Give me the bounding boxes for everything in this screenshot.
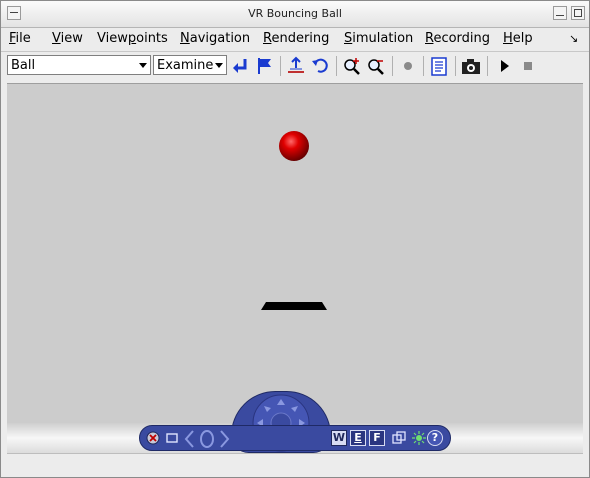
- toolbar-separator: [455, 56, 456, 76]
- menu-help[interactable]: Help: [503, 31, 533, 46]
- toolbar-separator: [392, 56, 393, 76]
- menu-view[interactable]: View: [52, 31, 83, 46]
- headlight-icon[interactable]: [411, 430, 427, 446]
- record-dot-icon[interactable]: [398, 56, 418, 76]
- chevron-down-icon: [215, 63, 223, 68]
- toolbar-separator: [423, 56, 424, 76]
- close-panel-icon[interactable]: [145, 430, 161, 446]
- vr-scene-viewport[interactable]: [7, 83, 583, 424]
- rotate-controls-icon[interactable]: [184, 429, 230, 449]
- minimize-button[interactable]: [553, 6, 567, 20]
- navigation-mode-select[interactable]: Examine: [153, 55, 227, 75]
- stop-icon[interactable]: [518, 56, 538, 76]
- scene-canvas: [261, 131, 327, 310]
- maximize-button[interactable]: [571, 6, 585, 20]
- play-icon[interactable]: [494, 56, 514, 76]
- flag-icon[interactable]: [254, 56, 274, 76]
- zoom-in-icon[interactable]: [342, 56, 362, 76]
- menu-file[interactable]: File: [9, 31, 31, 46]
- navigation-mode-value: Examine: [157, 58, 214, 73]
- minimize-panel-icon[interactable]: [164, 430, 180, 446]
- examine-mode-button[interactable]: E: [350, 430, 366, 446]
- fly-mode-button[interactable]: F: [369, 430, 385, 446]
- chevron-down-icon: [139, 63, 147, 68]
- title-bar: VR Bouncing Ball: [1, 1, 589, 28]
- menu-viewpoints[interactable]: Viewpoints: [97, 31, 168, 46]
- app-window: VR Bouncing Ball File View Viewpoints Na…: [0, 0, 590, 478]
- menu-recording[interactable]: Recording: [425, 31, 490, 46]
- viewpoints-icon[interactable]: [391, 430, 407, 446]
- toolbar-separator: [487, 56, 488, 76]
- navigation-panel: W E F ?: [139, 425, 451, 451]
- help-button[interactable]: ?: [427, 430, 443, 446]
- status-bar: [7, 453, 583, 474]
- floor-platform[interactable]: [261, 302, 327, 310]
- toolbar-separator: [280, 56, 281, 76]
- clipboard-icon[interactable]: [429, 56, 449, 76]
- walk-mode-button[interactable]: W: [331, 430, 347, 446]
- camera-icon[interactable]: [461, 56, 481, 76]
- menu-bar: File View Viewpoints Navigation Renderin…: [1, 28, 589, 50]
- menu-navigation[interactable]: Navigation: [180, 31, 250, 46]
- zoom-out-icon[interactable]: [366, 56, 386, 76]
- menu-dock-arrow-icon[interactable]: ↘: [569, 32, 578, 45]
- red-ball[interactable]: [279, 131, 309, 161]
- toolbar: Ball Examine: [1, 51, 589, 81]
- menu-rendering[interactable]: Rendering: [263, 31, 329, 46]
- menu-simulation[interactable]: Simulation: [344, 31, 413, 46]
- straighten-icon[interactable]: [286, 56, 306, 76]
- window-title: VR Bouncing Ball: [248, 7, 342, 20]
- toolbar-separator: [336, 56, 337, 76]
- undo-move-icon[interactable]: [310, 56, 330, 76]
- return-icon[interactable]: [230, 56, 250, 76]
- viewpoint-select[interactable]: Ball: [7, 55, 151, 75]
- viewpoint-select-value: Ball: [11, 58, 36, 73]
